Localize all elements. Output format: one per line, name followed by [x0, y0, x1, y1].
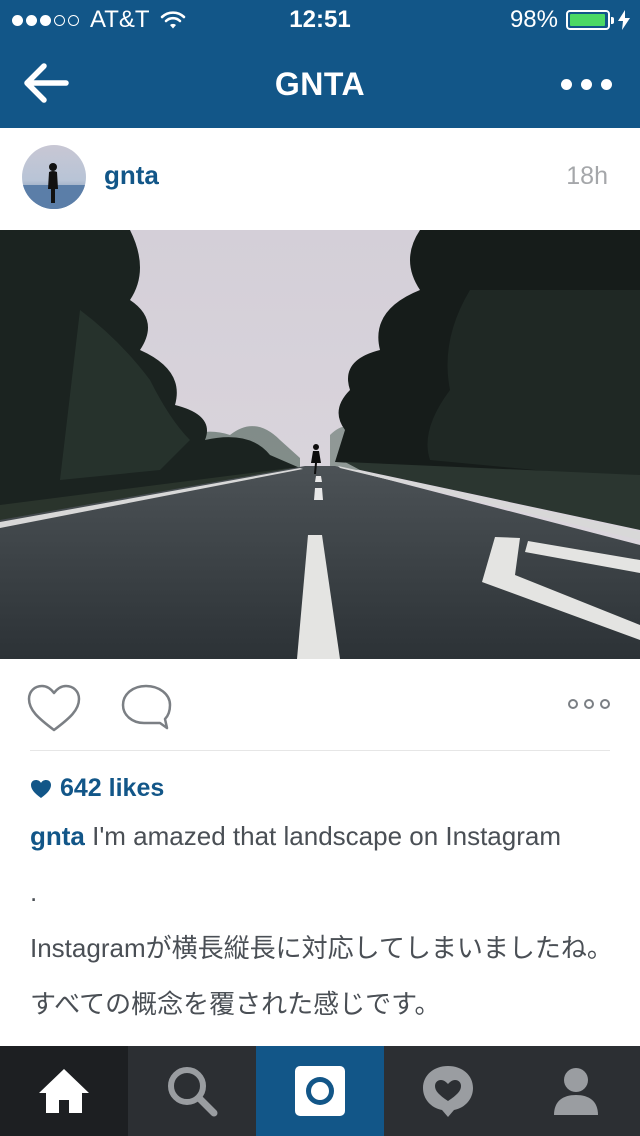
caption-line: Instagramが横長縦長に対応してしまいましたね。: [30, 933, 613, 963]
more-dots-icon[interactable]: [552, 74, 612, 94]
camera-icon: [295, 1066, 345, 1116]
post-actions: [0, 659, 640, 751]
likes-count[interactable]: 642 likes: [30, 774, 164, 803]
battery-fill: [570, 14, 606, 26]
caption-line: すべての概念を覆された感じです。: [30, 989, 441, 1019]
caption-first-line: gnta I'm amazed that landscape on Instag…: [30, 820, 620, 852]
status-bar: AT&T 12:51 98%: [0, 0, 640, 40]
tab-camera[interactable]: [256, 1046, 384, 1136]
caption-username[interactable]: gnta: [30, 821, 85, 851]
tab-home[interactable]: [0, 1046, 128, 1136]
divider: [30, 750, 610, 751]
status-right: 98%: [510, 6, 630, 34]
nav-bar: GNTA: [0, 40, 640, 128]
top-bar: AT&T 12:51 98% GNTA: [0, 0, 640, 128]
post-caption: gnta I'm amazed that landscape on Instag…: [30, 820, 620, 1044]
heart-bubble-icon: [423, 1066, 473, 1117]
search-icon: [168, 1067, 218, 1117]
caption-text: I'm amazed that landscape on Instagram: [84, 821, 562, 851]
heart-icon[interactable]: [26, 683, 82, 735]
road-landscape-image: [0, 230, 640, 659]
avatar-image: [22, 145, 86, 209]
tab-search[interactable]: [128, 1046, 256, 1136]
options-dots-icon[interactable]: [562, 699, 610, 709]
post-timestamp: 18h: [566, 162, 608, 190]
bolt-icon: [618, 10, 630, 30]
tab-bar: [0, 1046, 640, 1136]
avatar[interactable]: [22, 145, 86, 209]
battery-percent: 98%: [509, 6, 558, 33]
page-title: GNTA: [274, 66, 366, 102]
post-header: gnta 18h: [0, 128, 640, 230]
likes-label: 642 likes: [60, 774, 165, 802]
tab-profile[interactable]: [512, 1046, 640, 1136]
home-icon: [39, 1069, 89, 1113]
post-photo[interactable]: [0, 230, 640, 659]
battery-icon: [566, 10, 614, 30]
post-username[interactable]: gnta: [104, 160, 159, 191]
caption-line: .: [30, 877, 38, 907]
small-heart-icon: [31, 779, 51, 798]
tab-activity[interactable]: [384, 1046, 512, 1136]
profile-icon: [554, 1068, 598, 1115]
comment-bubble-icon[interactable]: [120, 683, 172, 731]
